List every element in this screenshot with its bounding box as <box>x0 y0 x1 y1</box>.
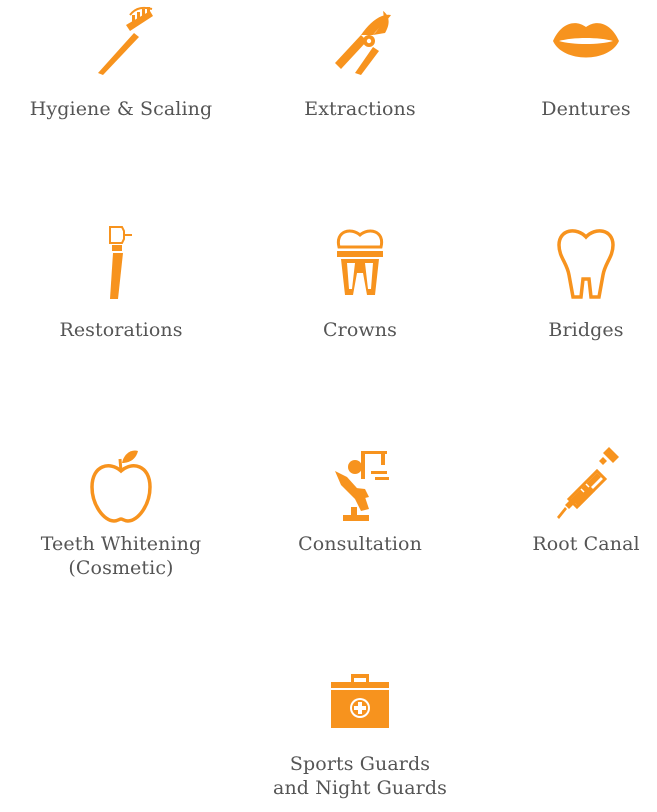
dental-drill-icon <box>86 222 132 299</box>
service-teeth-whitening[interactable]: Teeth Whitening (Cosmetic) <box>11 446 231 580</box>
services-grid: Hygiene & Scaling Extractions Dentures R… <box>0 0 657 812</box>
service-sports-night-guards[interactable]: Sports Guards and Night Guards <box>250 672 470 800</box>
dental-pliers-icon <box>335 11 391 75</box>
service-label: Bridges <box>548 319 624 341</box>
service-label: Consultation <box>298 533 422 555</box>
apple-icon <box>86 450 156 524</box>
service-label: Restorations <box>59 319 183 341</box>
service-extractions[interactable]: Extractions <box>250 0 470 121</box>
service-root-canal[interactable]: Root Canal <box>476 446 657 556</box>
service-label: Hygiene & Scaling <box>29 98 213 120</box>
service-label: Dentures <box>541 98 631 120</box>
syringe-icon <box>557 447 619 519</box>
first-aid-kit-icon <box>331 674 389 728</box>
tooth-icon <box>551 222 621 300</box>
service-label: Sports Guards and Night Guards <box>273 753 447 799</box>
lips-icon <box>553 23 619 58</box>
service-crowns[interactable]: Crowns <box>250 222 470 342</box>
service-hygiene-scaling[interactable]: Hygiene & Scaling <box>11 0 231 121</box>
dental-chair-icon <box>335 451 389 521</box>
service-consultation[interactable]: Consultation <box>250 446 470 556</box>
service-label: Crowns <box>323 319 397 341</box>
service-restorations[interactable]: Restorations <box>11 222 231 342</box>
tooth-crown-icon <box>325 222 395 295</box>
service-label: Extractions <box>304 98 416 120</box>
service-dentures[interactable]: Dentures <box>476 0 657 121</box>
service-bridges[interactable]: Bridges <box>476 222 657 342</box>
service-label: Teeth Whitening (Cosmetic) <box>40 533 202 579</box>
toothbrush-icon <box>98 5 153 75</box>
service-label: Root Canal <box>532 533 640 555</box>
